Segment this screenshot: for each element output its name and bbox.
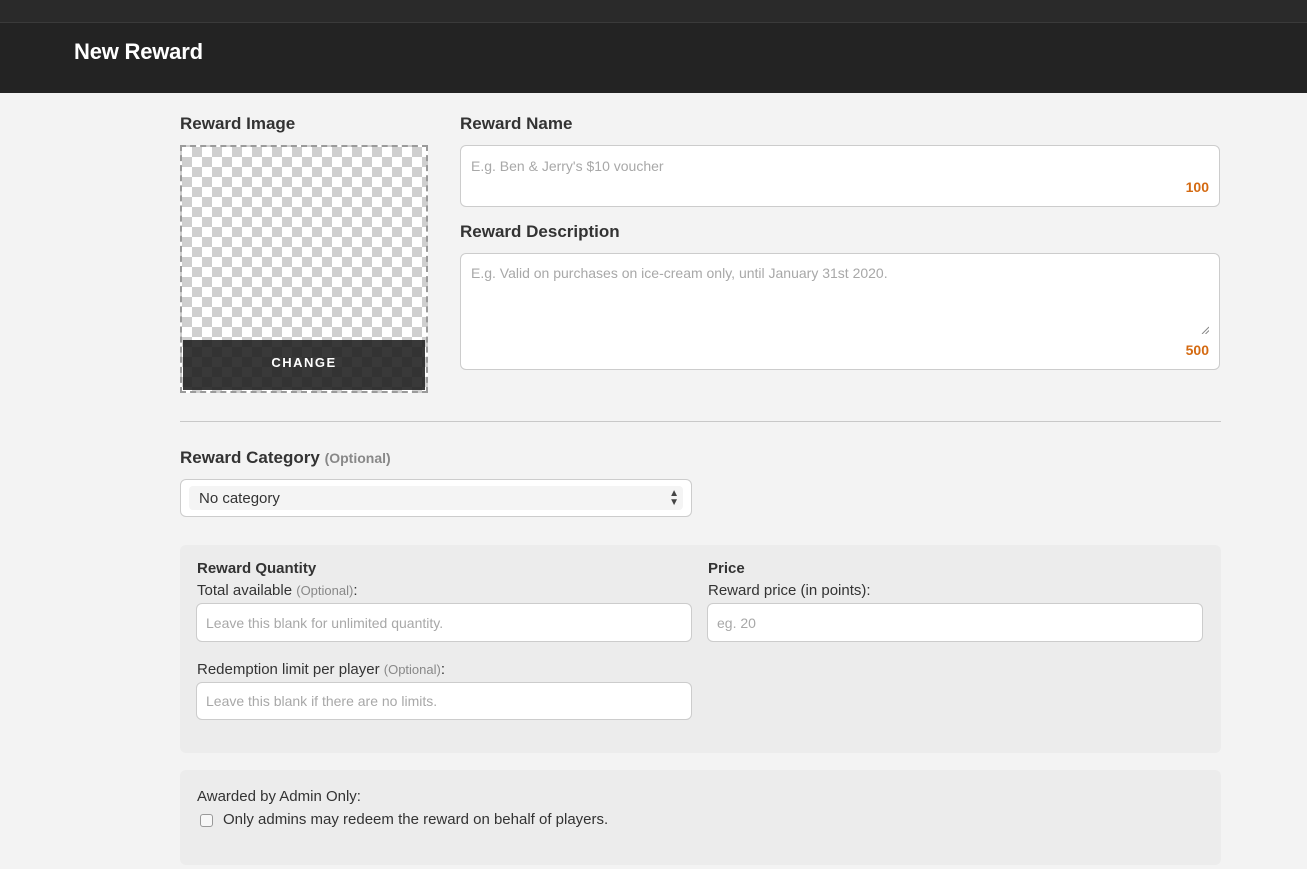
total-available-colon: : <box>353 582 358 599</box>
reward-category-select[interactable]: No category ▲ ▼ <box>180 479 692 517</box>
reward-image-label: Reward Image <box>180 114 296 133</box>
reward-image-picker[interactable]: CHANGE <box>180 145 428 393</box>
change-image-button[interactable]: CHANGE <box>183 340 425 390</box>
redemption-limit-input[interactable]: Leave this blank if there are no limits. <box>196 682 692 720</box>
section-divider <box>180 421 1221 422</box>
reward-category-selected: No category <box>199 490 280 507</box>
reward-price-input[interactable]: eg. 20 <box>707 603 1203 642</box>
admin-only-panel: Awarded by Admin Only: Only admins may r… <box>180 770 1221 865</box>
redemption-limit-placeholder: Leave this blank if there are no limits. <box>206 693 438 709</box>
quantity-price-panel: Reward Quantity Total available (Optiona… <box>180 545 1221 753</box>
reward-description-placeholder: E.g. Valid on purchases on ice-cream onl… <box>471 265 888 281</box>
page-title: New Reward <box>74 39 203 64</box>
page-header: New Reward <box>0 23 1307 93</box>
total-available-placeholder: Leave this blank for unlimited quantity. <box>206 615 444 631</box>
select-arrows-icon: ▲ ▼ <box>669 488 679 508</box>
total-available-optional: (Optional) <box>296 583 354 598</box>
reward-description-textarea[interactable]: E.g. Valid on purchases on ice-cream onl… <box>460 253 1220 370</box>
total-available-label-text: Total available <box>197 582 293 599</box>
redemption-limit-optional: (Optional) <box>383 662 441 677</box>
top-strip <box>0 0 1307 23</box>
redemption-limit-label: Redemption limit per player (Optional): <box>197 661 445 678</box>
redemption-limit-label-text: Redemption limit per player <box>197 661 380 678</box>
resize-grip-icon[interactable] <box>1201 326 1209 334</box>
reward-quantity-title: Reward Quantity <box>197 560 317 577</box>
reward-category-optional: (Optional) <box>324 450 391 466</box>
reward-name-label: Reward Name <box>460 114 573 133</box>
reward-description-label: Reward Description <box>460 222 620 241</box>
reward-category-label: Reward Category (Optional) <box>180 448 391 468</box>
total-available-input[interactable]: Leave this blank for unlimited quantity. <box>196 603 692 642</box>
total-available-label: Total available (Optional): <box>197 582 357 599</box>
reward-price-placeholder: eg. 20 <box>717 615 756 631</box>
reward-category-label-text: Reward Category <box>180 448 320 467</box>
admin-only-label: Awarded by Admin Only: <box>197 788 361 805</box>
reward-name-char-counter: 100 <box>1185 179 1209 195</box>
price-title: Price <box>708 560 745 577</box>
reward-name-placeholder: E.g. Ben & Jerry's $10 voucher <box>471 158 664 174</box>
redemption-limit-colon: : <box>440 661 445 678</box>
reward-description-char-counter: 500 <box>1185 342 1209 358</box>
reward-price-label: Reward price (in points): <box>708 582 871 599</box>
admin-only-checkbox-label[interactable]: Only admins may redeem the reward on beh… <box>223 811 608 828</box>
reward-name-input[interactable]: E.g. Ben & Jerry's $10 voucher 100 <box>460 145 1220 207</box>
admin-only-checkbox[interactable] <box>200 814 213 827</box>
